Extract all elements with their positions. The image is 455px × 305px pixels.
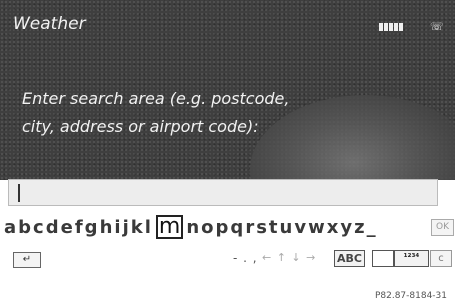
abc-button[interactable]: ABC (334, 250, 365, 267)
prompt-line-1: Enter search area (e.g. postcode, (22, 89, 290, 108)
search-prompt: Enter search area (e.g. postcode, city, … (22, 85, 289, 141)
letter-keys: a b c d e f g h i j k l m n o p q r s t u v w x y z _ (4, 213, 378, 241)
letter-key-u[interactable]: u (280, 217, 293, 238)
prompt-line-2: city, address or airport code): (22, 117, 259, 136)
letter-key-g[interactable]: g (85, 217, 98, 238)
letter-key-j[interactable]: j (123, 217, 129, 238)
letter-key-q[interactable]: q (230, 217, 243, 238)
letter-key-y[interactable]: y (340, 217, 352, 238)
letter-key-i[interactable]: i (114, 217, 120, 238)
digits-button[interactable]: ¹²³⁴ (394, 250, 429, 267)
letter-key-r[interactable]: r (245, 217, 254, 238)
letter-key-w[interactable]: w (308, 217, 325, 238)
phone-icon: ☏ (430, 20, 444, 33)
letter-key-c[interactable]: c (33, 217, 44, 238)
letter-key-o[interactable]: o (201, 217, 213, 238)
letter-key-v[interactable]: v (294, 217, 306, 238)
letter-key-s[interactable]: s (256, 217, 267, 238)
underscore-key[interactable]: _ (367, 217, 376, 238)
letter-key-d[interactable]: d (46, 217, 59, 238)
back-icon[interactable]: ↵ (13, 252, 41, 268)
search-input[interactable] (8, 179, 438, 206)
letter-key-m[interactable]: m (155, 215, 184, 239)
letter-key-f[interactable]: f (75, 217, 83, 238)
letter-key-e[interactable]: e (61, 217, 73, 238)
arrow-keys[interactable]: ← ↑ ↓ → (262, 251, 316, 264)
letter-key-l[interactable]: l (145, 217, 151, 238)
clear-button[interactable]: c (430, 250, 452, 267)
reference-code: P82.87-8184-31 (374, 291, 447, 301)
ok-button[interactable]: OK (431, 219, 454, 236)
display-screen: Weather ☏ Enter search area (e.g. postco… (0, 0, 455, 180)
letter-key-t[interactable]: t (269, 217, 278, 238)
punctuation-keys[interactable]: - . , (233, 251, 258, 265)
signal-strength-icon (379, 23, 403, 31)
letter-key-x[interactable]: x (327, 217, 339, 238)
letter-key-b[interactable]: b (18, 217, 31, 238)
text-cursor (18, 184, 20, 202)
app-title: Weather (13, 14, 86, 34)
space-key[interactable] (372, 250, 394, 267)
letter-key-p[interactable]: p (216, 217, 229, 238)
letter-key-n[interactable]: n (186, 217, 199, 238)
letter-key-z[interactable]: z (354, 217, 364, 238)
letter-key-a[interactable]: a (4, 217, 16, 238)
letter-key-k[interactable]: k (131, 217, 143, 238)
letter-key-h[interactable]: h (100, 217, 113, 238)
